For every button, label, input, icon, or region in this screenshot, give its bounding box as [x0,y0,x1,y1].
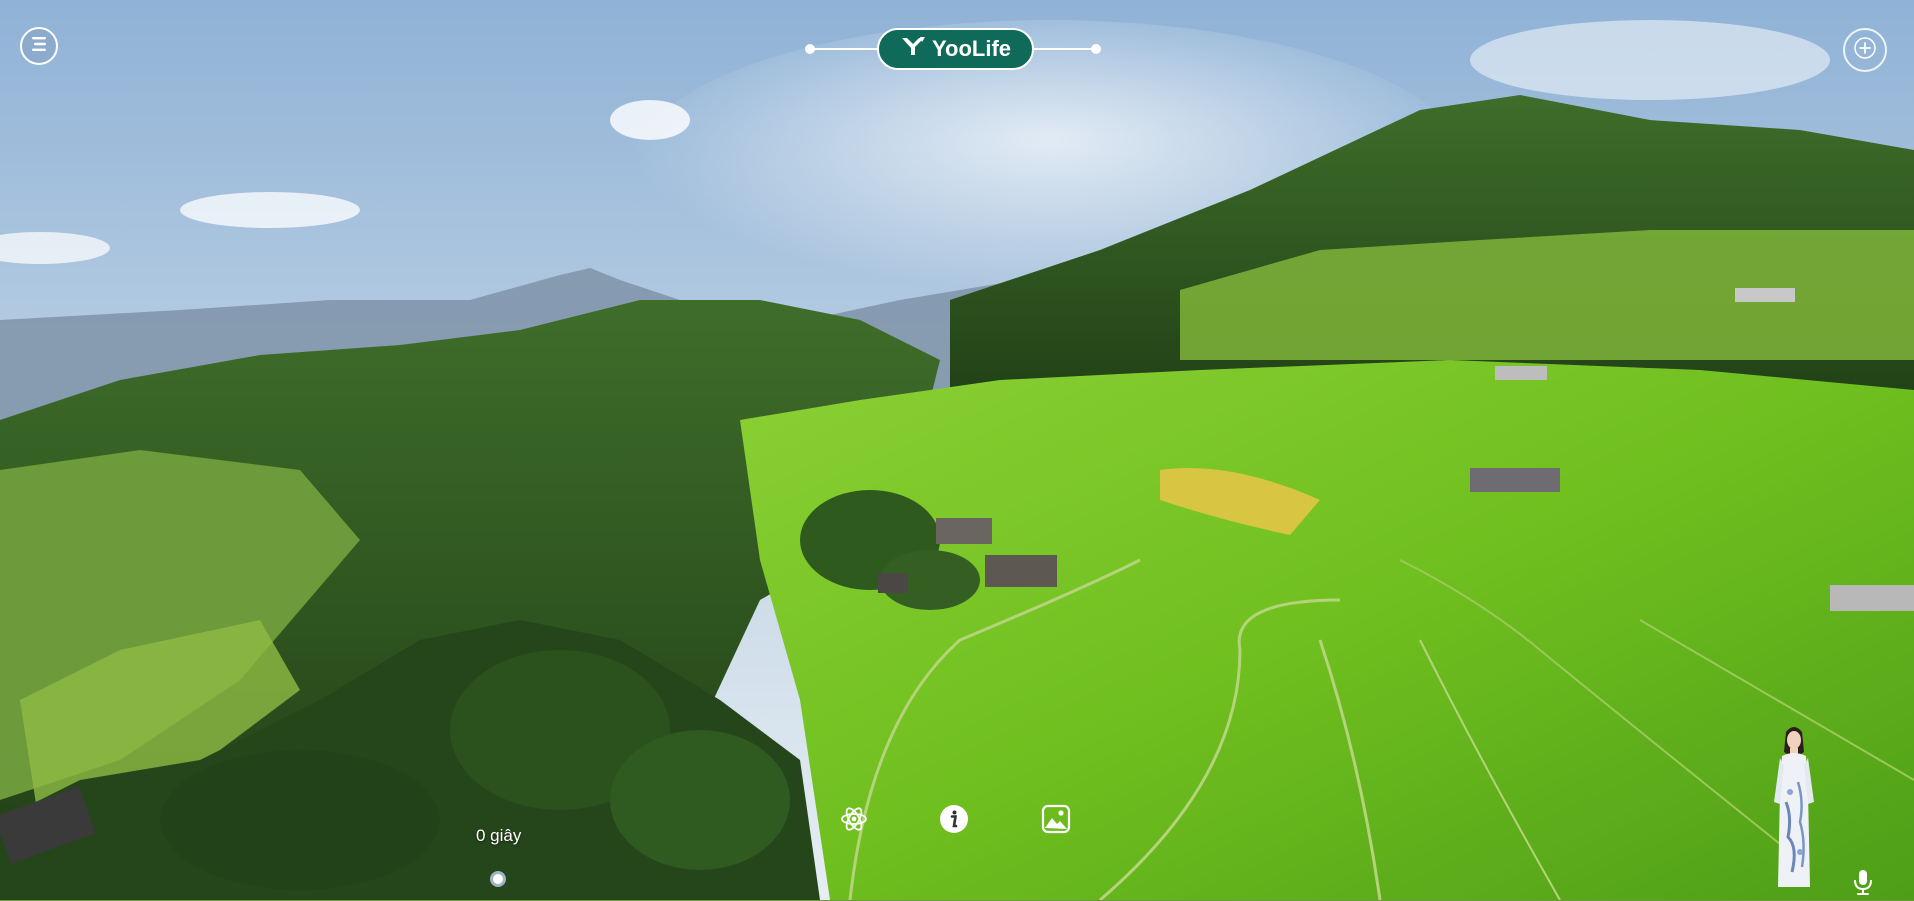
atom-icon [839,804,869,839]
panorama-view[interactable] [0,0,1914,900]
add-button[interactable] [1843,28,1887,72]
plus-icon [1853,36,1877,65]
microphone-button[interactable] [1850,868,1876,896]
menu-button[interactable] [20,27,58,65]
brand-name: YooLife [931,36,1012,61]
logo-right-line [1034,48,1096,50]
gallery-button[interactable] [1040,804,1072,839]
virtual-guide-avatar[interactable] [1770,722,1818,892]
gallery-icon [1041,804,1071,839]
atom-button[interactable] [838,805,870,837]
microphone-icon [1850,870,1876,900]
logo-left-line [813,48,879,50]
logo-right-dot [1091,44,1101,54]
yoolife-logo-icon [900,35,926,63]
brand-header: YooLife [805,28,1101,70]
info-button[interactable] [938,804,970,839]
info-icon [939,804,969,839]
timer-slider-handle[interactable] [490,871,506,887]
brand-logo-button[interactable]: YooLife [877,28,1034,70]
menu-icon [29,34,49,59]
timer-label: 0 giây [476,826,522,845]
